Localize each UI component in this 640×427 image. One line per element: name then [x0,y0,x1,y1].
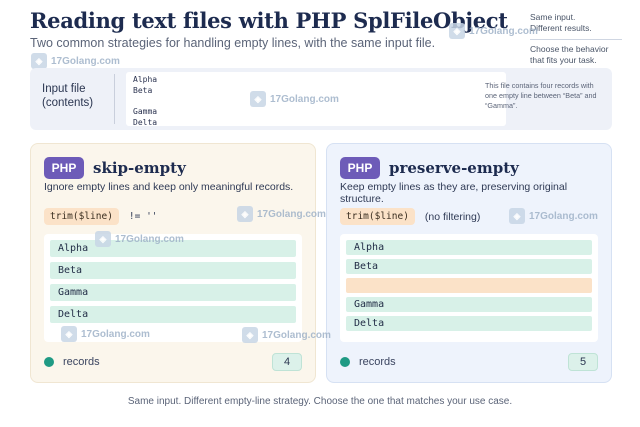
logo-mark-icon: ◈ [509,208,525,224]
page-title: Reading text files with PHP SplFileObjec… [30,8,508,33]
watermark: ◈ 17Golang.com [95,231,184,247]
watermark: ◈ 17Golang.com [250,91,339,107]
watermark: ◈ 17Golang.com [31,53,120,69]
logo-mark-icon: ◈ [250,91,266,107]
input-file-label-line: (contents) [42,97,94,109]
watermark: ◈ 17Golang.com [509,208,598,224]
record-count-badge: 4 [272,353,302,371]
filter-condition: trim($line) (no filtering) [340,208,480,225]
code-snippet: trim($line) [340,208,415,225]
code-condition: != '' [128,211,158,222]
result-item: Delta [50,306,296,323]
logo-mark-icon: ◈ [31,53,47,69]
input-file-description: This file contains four records with one… [485,81,597,110]
side-note: Same input. Different results. Choose th… [530,12,634,66]
logo-mark-icon: ◈ [242,327,258,343]
input-line: Alpha [133,75,158,84]
records-label: records [359,356,396,368]
watermark-text: 17Golang.com [115,233,184,245]
watermark: ◈ 17Golang.com [449,23,538,39]
watermark: ◈ 17Golang.com [237,206,326,222]
php-badge: PHP [44,157,84,179]
watermark: ◈ 17Golang.com [242,327,331,343]
result-item: Beta [50,262,296,279]
watermark-text: 17Golang.com [270,93,339,105]
card-description: Keep empty lines as they are, preserving… [340,181,568,205]
result-item: Alpha [346,240,592,255]
page-subtitle: Two common strategies for handling empty… [30,36,436,50]
code-snippet: trim($line) [44,208,119,225]
result-item: Delta [346,316,592,331]
watermark-text: 17Golang.com [257,208,326,220]
input-line: Delta [133,118,158,128]
skip-empty-card: PHP skip-empty Ignore empty lines and ke… [30,143,316,383]
input-line: Gamma [133,107,158,117]
side-note-line: Different results. [530,23,592,33]
logo-mark-icon: ◈ [237,206,253,222]
status-dot-icon [340,357,350,367]
result-item: Beta [346,259,592,274]
records-summary: records 5 [340,353,598,371]
php-badge: PHP [340,157,380,179]
watermark-text: 17Golang.com [529,210,598,222]
watermark-text: 17Golang.com [262,329,331,341]
watermark-text: 17Golang.com [51,55,120,67]
preserve-empty-card: PHP preserve-empty Keep empty lines as t… [326,143,612,383]
status-dot-icon [44,357,54,367]
side-note-line: that fits your task. [530,55,597,65]
watermark-text: 17Golang.com [81,328,150,340]
side-note-line: Choose the behavior [530,44,609,54]
logo-mark-icon: ◈ [61,326,77,342]
records-summary: records 4 [44,353,302,371]
result-list: Alpha Beta Gamma Delta [340,234,598,342]
empty-line-item [346,278,592,293]
card-title: skip-empty [93,159,186,177]
watermark-text: 17Golang.com [469,25,538,37]
input-file-label-line: Input file [42,83,86,95]
input-divider [114,74,115,124]
logo-mark-icon: ◈ [449,23,465,39]
input-file-label: Input file (contents) [42,82,93,110]
card-title: preserve-empty [389,159,519,177]
side-note-line: Same input. [530,12,576,22]
record-count-badge: 5 [568,353,598,371]
records-label: records [63,356,100,368]
filter-condition: trim($line) != '' [44,208,158,225]
side-note-divider [530,39,622,40]
footer-caption: Same input. Different empty-line strateg… [127,396,513,407]
card-description: Ignore empty lines and keep only meaning… [44,181,294,193]
logo-mark-icon: ◈ [95,231,111,247]
watermark: ◈ 17Golang.com [61,326,150,342]
result-item: Gamma [346,297,592,312]
code-condition: (no filtering) [424,210,481,223]
result-item: Gamma [50,284,296,301]
